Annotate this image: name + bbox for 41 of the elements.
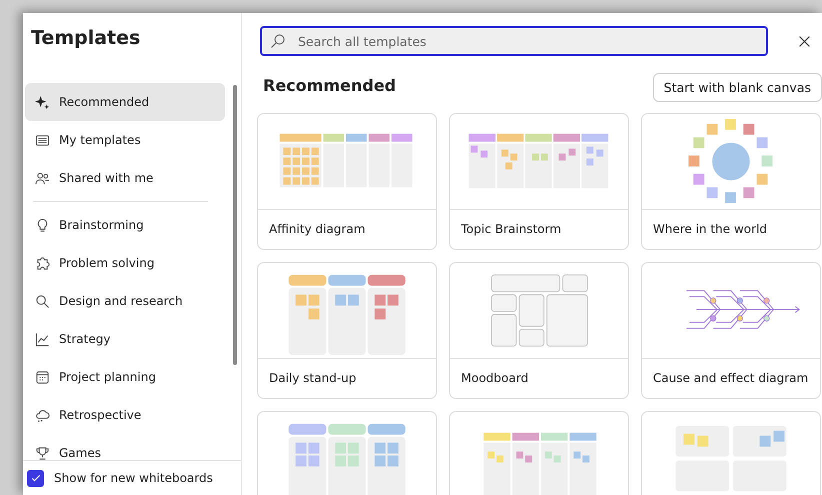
section-title: Recommended xyxy=(263,76,396,94)
template-card[interactable]: Topic Brainstorm xyxy=(449,113,629,250)
card-title: Cause and effect diagram xyxy=(652,370,810,385)
chart-icon xyxy=(35,332,50,346)
people-icon xyxy=(35,170,50,186)
sidebar-item[interactable]: Project planning xyxy=(25,358,225,396)
template-card[interactable]: Cause and effect diagram xyxy=(641,262,821,399)
cloud-icon xyxy=(35,408,50,422)
sparkle-icon xyxy=(35,94,50,110)
search-field[interactable]: Search all templates xyxy=(260,26,768,56)
card-title: Affinity diagram xyxy=(268,221,366,236)
calendar-icon xyxy=(35,370,50,384)
close-icon[interactable] xyxy=(798,34,811,48)
blank-canvas-button[interactable]: Start with blank canvas xyxy=(652,72,822,102)
sidebar-title: Templates xyxy=(30,26,142,51)
puzzle-icon xyxy=(35,256,50,270)
template-card[interactable]: Daily stand-up xyxy=(257,262,437,399)
card-title: Daily stand-up xyxy=(268,370,358,385)
card-icon xyxy=(35,132,50,148)
sidebar-item[interactable]: Strategy xyxy=(25,320,225,358)
template-card[interactable]: Affinity diagram xyxy=(257,113,437,250)
card-title: Where in the world xyxy=(652,221,768,236)
template-card[interactable]: Moodboard xyxy=(449,262,629,399)
trophy-icon xyxy=(35,446,50,460)
sidebar-item[interactable]: Problem solving xyxy=(25,244,225,282)
search-icon xyxy=(270,33,286,49)
lightbulb-icon xyxy=(35,218,50,232)
checkmark-icon xyxy=(30,472,42,484)
card-title: Moodboard xyxy=(460,370,530,385)
card-title: Topic Brainstorm xyxy=(460,221,562,236)
checkbox[interactable] xyxy=(27,470,44,486)
sidebar-item[interactable]: Shared with me xyxy=(25,159,225,197)
sidebar-item[interactable]: Design and research xyxy=(25,282,225,320)
checkbox-label: Show for new whiteboards xyxy=(54,471,213,485)
search-icon xyxy=(35,294,50,308)
sidebar-item[interactable]: Recommended xyxy=(25,83,225,121)
sidebar-item[interactable]: Retrospective xyxy=(25,396,225,434)
sidebar-item[interactable]: Games xyxy=(25,434,225,472)
template-card[interactable]: Where in the world xyxy=(641,113,821,250)
sidebar-item[interactable]: Brainstorming xyxy=(25,206,225,244)
sidebar-item[interactable]: My templates xyxy=(25,121,225,159)
